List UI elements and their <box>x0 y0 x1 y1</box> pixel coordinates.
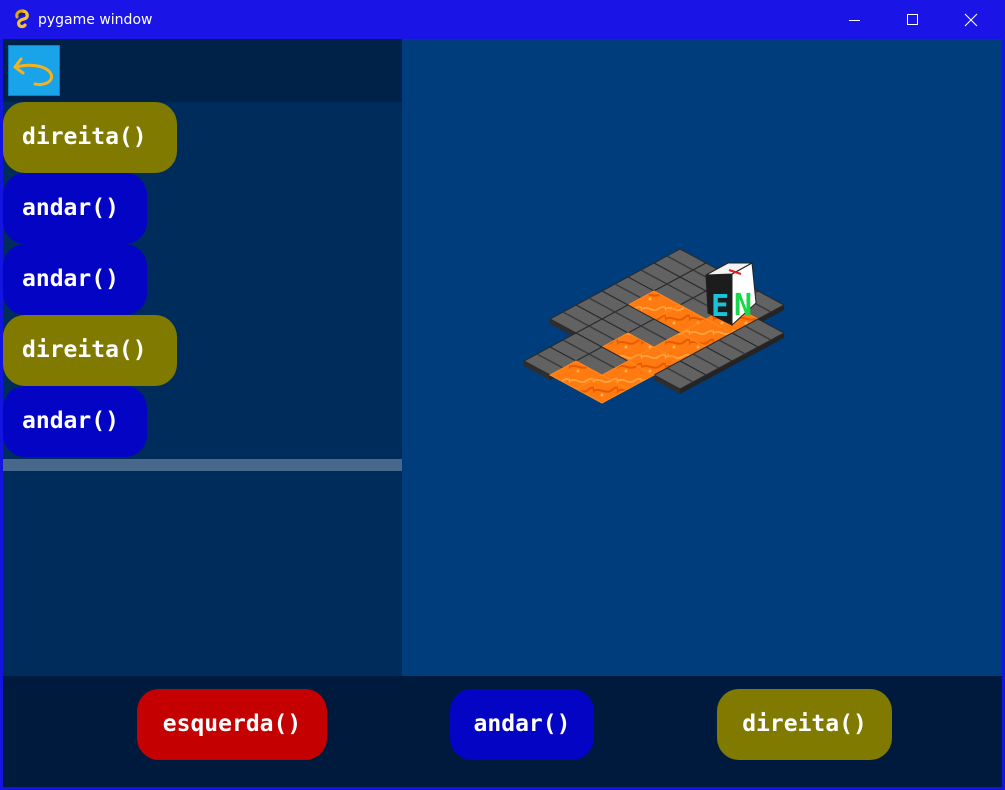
program-command[interactable]: andar() <box>3 386 147 457</box>
game-client-area: direita() andar() andar() direita() anda… <box>3 39 1002 787</box>
program-command[interactable]: direita() <box>3 315 177 386</box>
move-forward-button[interactable]: andar() <box>450 689 594 760</box>
window-title: pygame window <box>38 12 153 28</box>
pygame-snake-icon <box>12 9 32 29</box>
pygame-window: pygame window direita() andar() andar() … <box>0 0 1005 790</box>
close-button[interactable] <box>942 0 1000 39</box>
minimize-button[interactable] <box>826 0 884 39</box>
turn-left-button[interactable]: esquerda() <box>137 689 327 760</box>
program-command[interactable]: direita() <box>3 102 177 173</box>
program-command[interactable]: andar() <box>3 244 147 315</box>
close-icon <box>964 13 978 27</box>
program-command[interactable]: andar() <box>3 173 147 244</box>
program-scrollbar[interactable] <box>3 459 402 471</box>
robot-face-n: N <box>734 288 752 323</box>
maximize-button[interactable] <box>884 0 942 39</box>
minimize-icon <box>849 20 860 21</box>
undo-arrow-icon <box>13 57 54 86</box>
robot-face-e: E <box>711 289 729 324</box>
program-panel: direita() andar() andar() direita() anda… <box>3 39 402 676</box>
turn-right-button[interactable]: direita() <box>717 689 892 760</box>
isometric-board-view: E N <box>402 39 1002 676</box>
command-palette: esquerda() andar() direita() <box>3 676 1002 787</box>
program-header <box>3 39 402 102</box>
title-bar[interactable]: pygame window <box>0 0 1005 39</box>
robot-block: E N <box>705 262 757 327</box>
undo-button[interactable] <box>8 45 60 96</box>
isometric-board: E N <box>522 248 786 404</box>
maximize-icon <box>907 14 918 25</box>
